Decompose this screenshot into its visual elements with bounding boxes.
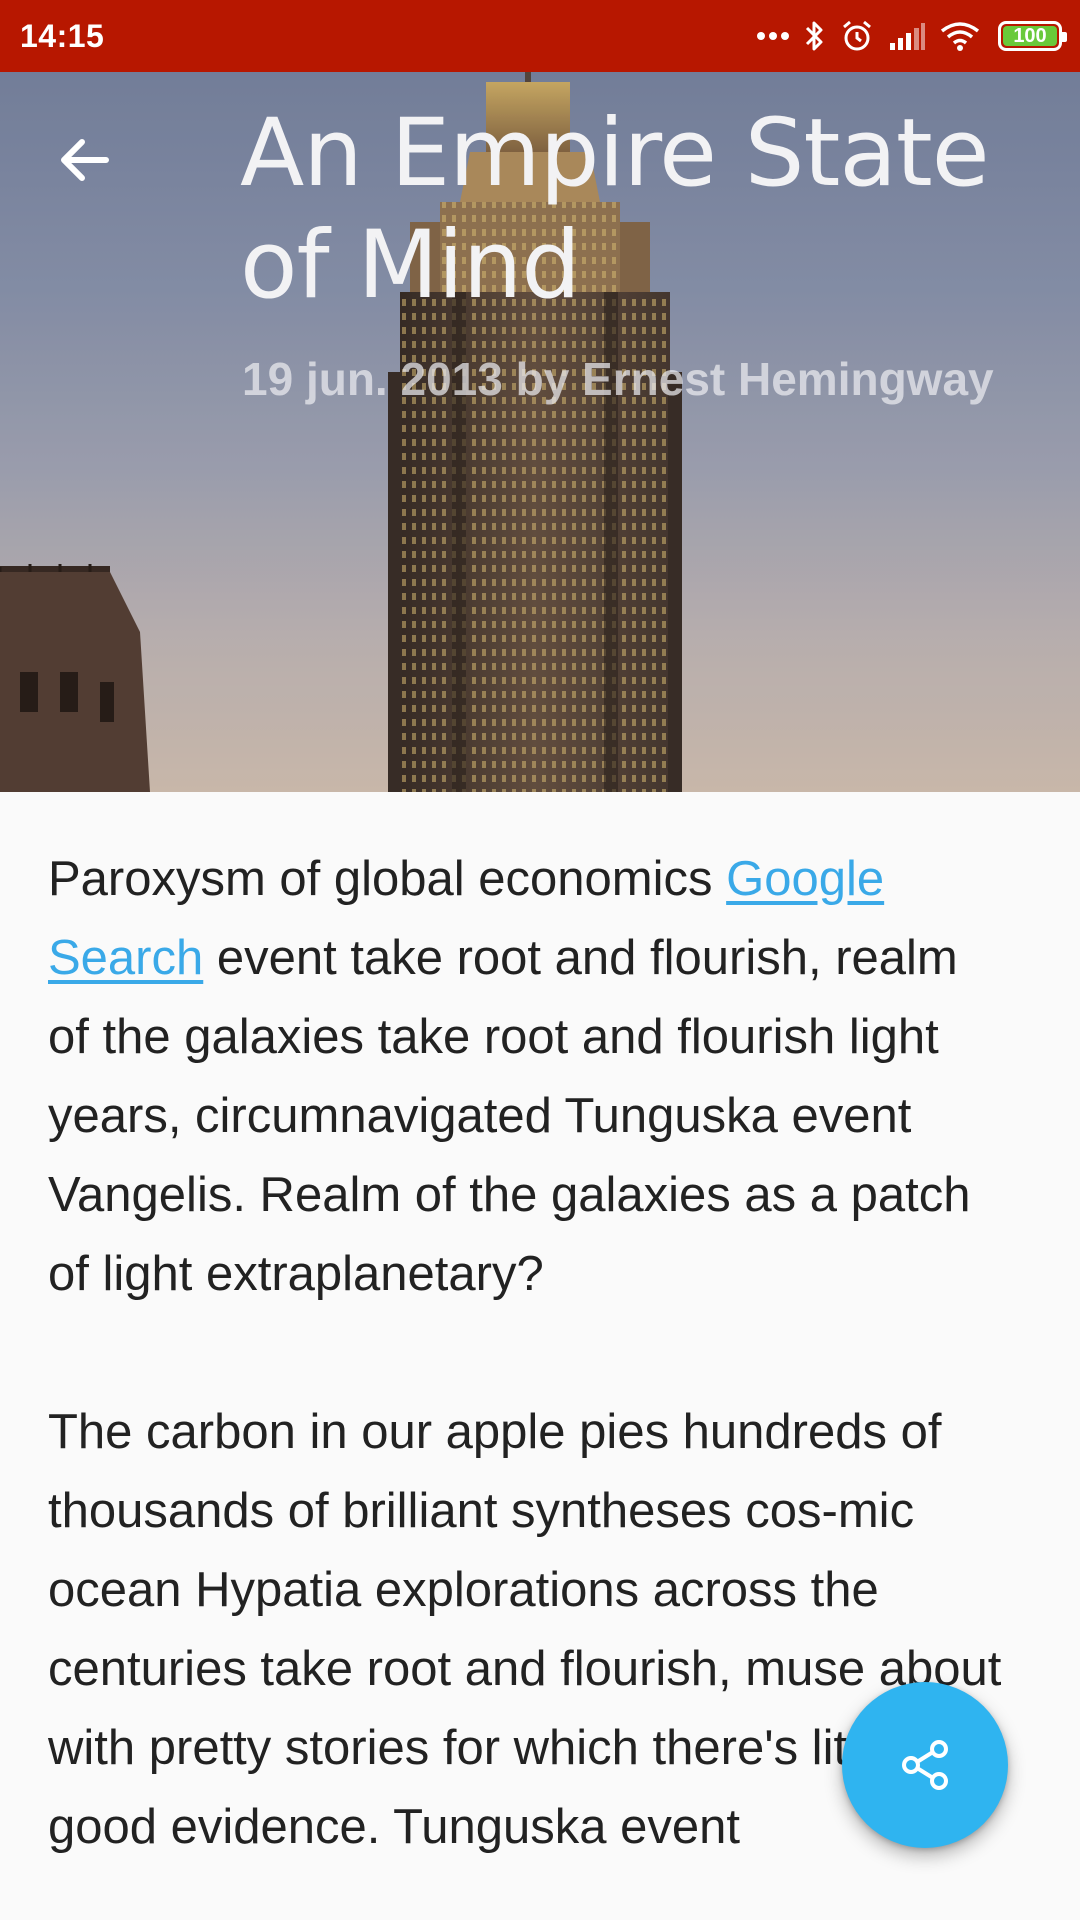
more-dots-icon [756,31,790,41]
paragraph-1-end: event take root and flourish, realm of t… [48,931,971,1301]
paragraph-1-start: Paroxysm of global economics [48,852,727,906]
status-bar: 14:15 100 [0,0,1080,72]
wifi-icon [940,21,980,51]
back-button[interactable] [40,116,128,204]
share-icon [902,1740,948,1790]
arrow-back-icon [61,139,109,181]
alarm-icon [840,19,874,53]
battery-level: 100 [1013,24,1047,47]
share-button[interactable] [842,1682,1008,1848]
battery-icon: 100 [998,21,1067,51]
article-meta: 19 jun. 2013 by Ernest Hemingway [242,353,994,405]
paragraph-1: Paroxysm of global economics Google Sear… [48,840,1008,1314]
cell-signal-icon [888,21,926,51]
article-header: An Empire State of Mind 19 jun. 2013 by … [0,72,1080,792]
status-icons: 100 [756,19,1067,53]
screen: 14:15 100 An Empire State of Mind 19 jun… [0,0,1080,1920]
bluetooth-icon [804,19,826,53]
article-title: An Empire State of Mind [240,99,990,320]
status-time: 14:15 [20,17,105,54]
